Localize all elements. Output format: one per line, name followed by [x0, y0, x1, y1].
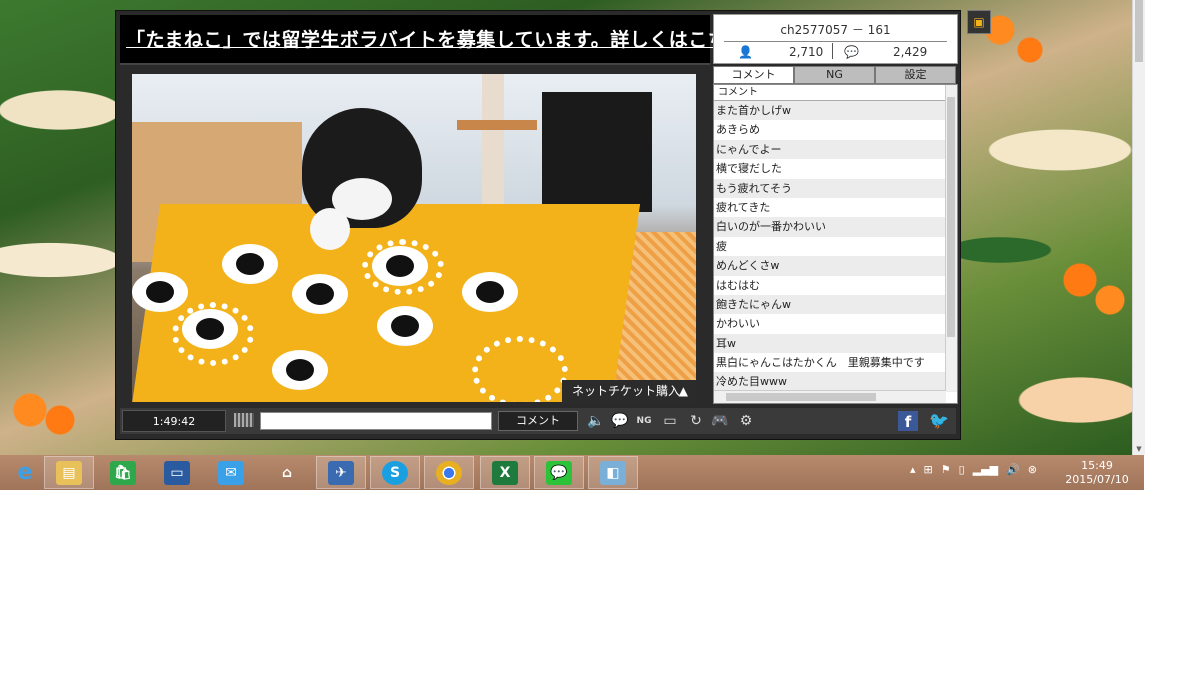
video-cat-paw [310, 208, 350, 250]
list-item[interactable]: はむはむ [714, 276, 957, 295]
video-frame [132, 74, 696, 402]
comment-list-header: コメント [714, 85, 957, 101]
channel-id: ch2577057 － 161 [780, 23, 891, 37]
panel-tabs: コメント NG 設定 [713, 66, 956, 84]
list-item[interactable]: 横で寝だした [714, 159, 957, 178]
comment-input[interactable] [260, 412, 492, 430]
triangle-up-icon: ▲ [678, 384, 688, 398]
ie-icon[interactable]: e [0, 456, 50, 489]
board-sun-decoration [362, 239, 444, 295]
banner-link[interactable]: 「たまねこ」では留学生ボラバイトを募集しています。詳しくはこちら！ [126, 25, 766, 52]
list-item[interactable]: にゃんでよー [714, 139, 957, 160]
taskbar: e ▤ 🛍 ▭ ✉ ⌂ ✈ S X 💬 ◧ ▴ ⊞ ⚑ ▯ ▂▄▆ 🔊 ⊗ 15… [0, 455, 1144, 490]
ng-icon[interactable]: NG [634, 411, 654, 431]
clock[interactable]: 15:49 2015/07/10 [1064, 459, 1130, 487]
thunderbird-icon[interactable]: ✈ [316, 456, 366, 489]
comment-scroll-thumb[interactable] [947, 97, 955, 337]
viewer-count: 👤 2,710 [738, 45, 823, 59]
file-explorer-icon[interactable]: ▤ [44, 456, 94, 489]
home-icon[interactable]: ⌂ [262, 456, 312, 489]
comment-toggle-icon[interactable]: 💬 [610, 411, 630, 431]
video-cat-tower [482, 74, 504, 214]
flag-icon[interactable]: ⚑ [941, 463, 951, 476]
channel-info: ch2577057 － 161 👤 2,710 💬 2,429 [713, 14, 958, 64]
comment-hscroll-thumb[interactable] [726, 393, 876, 401]
comment-submit-button[interactable]: コメント [498, 411, 578, 431]
comment-list-hscrollbar[interactable] [714, 390, 946, 403]
signal-icon[interactable]: ▂▄▆ [973, 463, 998, 476]
clock-date: 2015/07/10 [1065, 473, 1129, 486]
windows-icon[interactable]: ⊞ [924, 463, 933, 476]
list-item[interactable]: 耳w [714, 333, 957, 354]
list-item[interactable]: 黒白にゃんこはたかくん 里親募集中です [714, 353, 957, 372]
reload-icon[interactable]: ↻ [686, 411, 706, 431]
video-shelf [457, 120, 537, 130]
control-bar: 1:49:42 コメント 🔈 💬 NG ▭ ↻ 🎮 ⚙ f 🐦 [120, 408, 956, 434]
facebook-icon[interactable]: f [898, 411, 918, 431]
app-window-icon[interactable]: ◧ [588, 456, 638, 489]
chrome-icon[interactable] [424, 456, 474, 489]
chevron-up-icon[interactable]: ▴ [910, 463, 916, 476]
elapsed-time: 1:49:42 [122, 410, 226, 432]
close-circle-icon[interactable]: ⊗ [1028, 463, 1037, 476]
browser-scrollbar[interactable]: ▲ ▼ [1132, 0, 1145, 455]
board-hole [132, 272, 188, 312]
banner: 「たまねこ」では留学生ボラバイトを募集しています。詳しくはこちら！ [120, 15, 766, 65]
list-item[interactable]: めんどくさw [714, 256, 957, 276]
line-icon[interactable]: 💬 [534, 456, 584, 489]
extension-icon[interactable]: ▣ [967, 10, 991, 34]
volume-tray-icon[interactable]: 🔊 [1006, 463, 1020, 476]
store-icon[interactable]: 🛍 [98, 456, 148, 489]
scrollbar-thumb[interactable] [1135, 0, 1143, 62]
net-ticket-button[interactable]: ネットチケット購入 ▲ [562, 380, 696, 402]
gear-icon[interactable]: ⚙ [736, 411, 756, 431]
screen-icon[interactable]: ▭ [660, 411, 680, 431]
video-stream[interactable]: ネットチケット購入 ▲ [132, 74, 696, 402]
volume-icon[interactable]: 🔈 [586, 411, 606, 431]
board-sun-decoration [472, 336, 568, 402]
skype-icon[interactable]: S [370, 456, 420, 489]
list-item[interactable]: 疲れてきた [714, 198, 957, 217]
video-poster [542, 92, 652, 212]
board-hole [222, 244, 278, 284]
live-player: 「たまねこ」では留学生ボラバイトを募集しています。詳しくはこちら！ ネットチケッ… [115, 10, 961, 440]
system-tray: ▴ ⊞ ⚑ ▯ ▂▄▆ 🔊 ⊗ [910, 463, 1037, 476]
board-hole [462, 272, 518, 312]
app-icon[interactable]: 🎮 [710, 411, 730, 431]
list-item[interactable]: あきらめ [714, 120, 957, 139]
list-item[interactable]: 飽きたにゃんw [714, 294, 957, 315]
tab-comments[interactable]: コメント [713, 66, 794, 84]
keyboard-icon[interactable] [234, 413, 254, 427]
lenovo-icon[interactable]: ▭ [152, 456, 202, 489]
board-hole [292, 274, 348, 314]
info-separator [832, 43, 833, 59]
comment-rows: また首かしげw あきらめ にゃんでよー 横で寝だした もう疲れてそう 疲れてきた… [714, 101, 957, 392]
list-item[interactable]: 冷めた目www [714, 372, 957, 392]
list-item[interactable]: また首かしげw [714, 101, 957, 121]
list-item[interactable]: 白いのが一番かわいい [714, 217, 957, 237]
list-item[interactable]: かわいい [714, 314, 957, 333]
tab-ng[interactable]: NG [794, 66, 875, 84]
speech-bubble-icon: 💬 [844, 45, 859, 59]
viewer-count-value: 2,710 [788, 45, 824, 59]
comment-list[interactable]: コメント また首かしげw あきらめ にゃんでよー 横で寝だした もう疲れてそう … [713, 84, 958, 404]
scroll-down-icon[interactable]: ▼ [1133, 445, 1145, 453]
board-hole [272, 350, 328, 390]
net-ticket-label: ネットチケット購入 [572, 384, 681, 398]
list-item[interactable]: もう疲れてそう [714, 178, 957, 198]
clock-time: 15:49 [1081, 459, 1113, 472]
info-divider [724, 41, 947, 42]
comment-count: 💬 2,429 [844, 45, 927, 59]
twitter-icon[interactable]: 🐦 [928, 411, 950, 431]
tab-settings[interactable]: 設定 [875, 66, 956, 84]
list-item[interactable]: 疲 [714, 237, 957, 256]
comment-count-value: 2,429 [892, 45, 928, 59]
mail-icon[interactable]: ✉ [206, 456, 256, 489]
board-hole [377, 306, 433, 346]
board-sun-decoration [172, 302, 254, 366]
excel-icon[interactable]: X [480, 456, 530, 489]
person-icon: 👤 [738, 45, 753, 59]
battery-icon[interactable]: ▯ [959, 463, 965, 476]
comment-list-scrollbar[interactable] [945, 85, 957, 391]
